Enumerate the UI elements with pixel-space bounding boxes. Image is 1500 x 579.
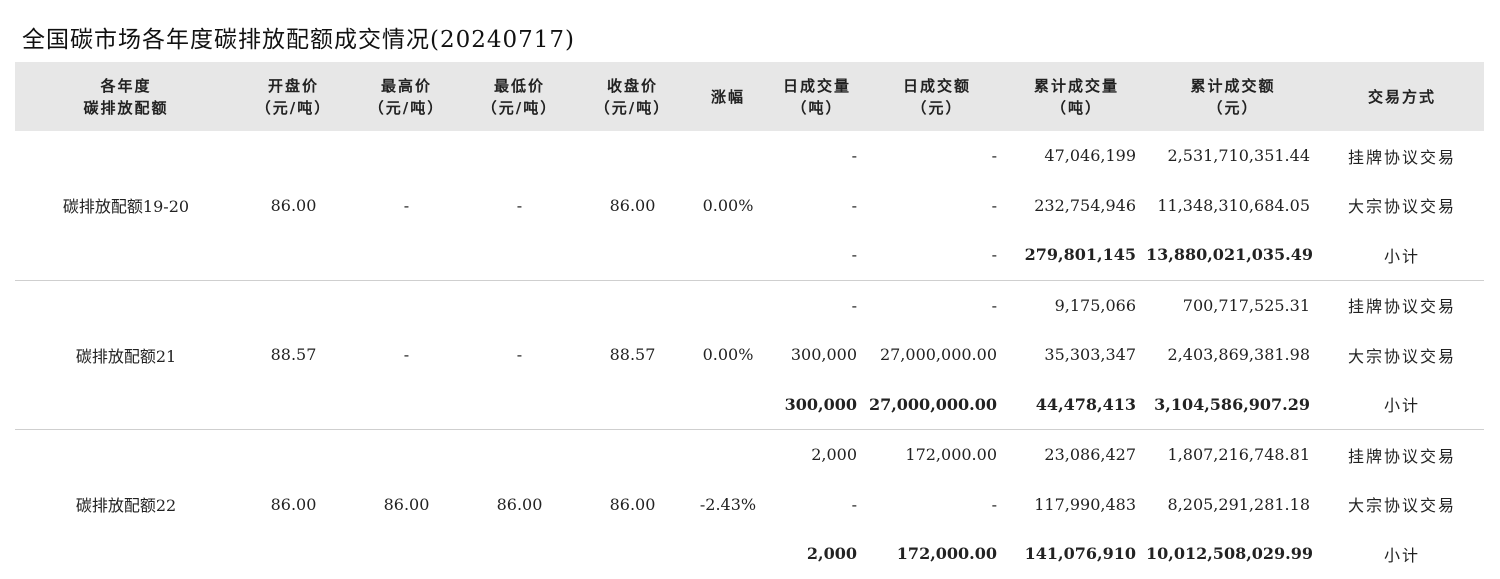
col-header-close: 收盘价 （元/吨） [576, 62, 689, 131]
col-header-day-amount: 日成交额 （元） [867, 62, 1007, 131]
cum-volume-cell: 141,076,910 [1024, 544, 1136, 564]
low-price-cell: - [463, 131, 576, 281]
quota-name-cell: 碳排放配额21 [15, 280, 237, 430]
col-header-cum-amount: 累计成交额 （元） [1146, 62, 1320, 131]
cum-amount-cell: 700,717,525.31 [1182, 295, 1310, 315]
trade-mode-cell: 小计 [1320, 230, 1484, 281]
col-header-change: 涨幅 [689, 62, 767, 131]
open-price-cell: 86.00 [270, 494, 317, 514]
day-amount-cell: - [991, 146, 997, 166]
close-price-cell: 86.00 [576, 131, 689, 281]
cum-volume-cell: 44,478,413 [1007, 379, 1146, 430]
col-header-open: 开盘价 （元/吨） [237, 62, 350, 131]
cum-amount-cell: 2,403,869,381.98 [1167, 345, 1311, 365]
cum-amount-cell: 3,104,586,907.29 [1146, 379, 1320, 430]
page-title: 全国碳市场各年度碳排放配额成交情况(20240717) [22, 27, 576, 53]
high-price-cell: - [350, 280, 463, 430]
trade-mode-cell: 大宗协议交易 [1347, 197, 1456, 217]
carbon-quota-table: 各年度 碳排放配额 开盘价 （元/吨） 最高价 （元/吨） 最低价 （元/吨） 收盘价（… [15, 62, 1484, 579]
cum-amount-cell: 2,531,710,351.44 [1167, 146, 1311, 166]
close-price-cell: 86.00 [609, 494, 656, 514]
cum-amount-cell: 11,348,310,684.05 [1157, 195, 1310, 215]
cum-volume-cell: 35,303,347 [1044, 345, 1136, 365]
close-price-cell: 88.57 [576, 280, 689, 430]
day-volume-cell: 2,000 [806, 544, 857, 564]
cum-amount-cell: 10,012,508,029.99 [1146, 544, 1314, 564]
trade-mode-cell: 小计 [1383, 545, 1420, 565]
day-amount-cell: - [991, 494, 997, 514]
col-header-cum-volume: 累计成交量 （吨） [1007, 62, 1146, 131]
col-header-trade-mode: 交易方式 [1320, 62, 1484, 131]
trade-mode-cell: 挂牌协议交易 [1347, 147, 1456, 167]
open-price-cell: 88.57 [237, 280, 350, 430]
trade-mode-cell: 小计 [1320, 379, 1484, 430]
col-header-high: 最高价 （元/吨） [350, 62, 463, 131]
day-volume-cell: 2,000 [811, 445, 857, 465]
table-row: 碳排放配额22 86.00 86.00 86.00 86.00 -2.43% 2… [15, 430, 1484, 515]
trade-mode-cell: 大宗协议交易 [1347, 346, 1456, 366]
day-amount-cell: 27,000,000.00 [867, 379, 1007, 430]
trade-mode-cell: 挂牌协议交易 [1347, 297, 1456, 317]
day-amount-cell: 172,000.00 [905, 445, 997, 465]
cum-amount-cell: 13,880,021,035.49 [1146, 230, 1320, 281]
day-amount-cell: 27,000,000.00 [879, 345, 997, 365]
header-row: 各年度 碳排放配额 开盘价 （元/吨） 最高价 （元/吨） 最低价 （元/吨） 收盘价（… [15, 62, 1484, 131]
table-row: 碳排放配额19-20 86.00 - - 86.00 0.00% - - 47,… [15, 131, 1484, 281]
quota-name-cell: 碳排放配额19-20 [15, 131, 237, 281]
day-volume-cell: - [851, 295, 857, 315]
cum-volume-cell: 9,175,066 [1054, 295, 1136, 315]
open-price-cell: 86.00 [237, 131, 350, 281]
col-header-day-volume: 日成交量 （吨） [767, 62, 867, 131]
day-volume-cell: - [851, 494, 857, 514]
day-amount-cell: - [991, 195, 997, 215]
cum-volume-cell: 23,086,427 [1044, 445, 1136, 465]
low-price-cell: 86.00 [496, 494, 543, 514]
cum-volume-cell: 232,754,946 [1034, 195, 1136, 215]
day-amount-cell: 172,000.00 [896, 544, 997, 564]
day-volume-cell: 300,000 [790, 345, 857, 365]
quota-name-cell: 碳排放配额22 [75, 496, 177, 516]
cum-volume-cell: 279,801,145 [1007, 230, 1146, 281]
col-header-quota-year: 各年度 碳排放配额 [15, 62, 237, 131]
change-cell: 0.00% [689, 280, 767, 430]
day-volume-cell: - [851, 146, 857, 166]
table-row: 碳排放配额21 88.57 - - 88.57 0.00% - - 9,175,… [15, 280, 1484, 430]
cum-volume-cell: 47,046,199 [1044, 146, 1136, 166]
change-cell: 0.00% [689, 131, 767, 281]
cum-amount-cell: 8,205,291,281.18 [1167, 494, 1311, 514]
day-volume-cell: - [767, 230, 867, 281]
cum-amount-cell: 1,807,216,748.81 [1167, 445, 1311, 465]
day-volume-cell: - [851, 195, 857, 215]
high-price-cell: - [350, 131, 463, 281]
high-price-cell: 86.00 [383, 494, 430, 514]
day-amount-cell: - [991, 295, 997, 315]
col-header-low: 最低价 （元/吨） [463, 62, 576, 131]
cum-volume-cell: 117,990,483 [1034, 494, 1136, 514]
change-cell: -2.43% [699, 494, 757, 514]
low-price-cell: - [463, 280, 576, 430]
day-volume-cell: 300,000 [767, 379, 867, 430]
day-amount-cell: - [867, 230, 1007, 281]
trade-mode-cell: 大宗协议交易 [1347, 496, 1456, 516]
trade-mode-cell: 挂牌协议交易 [1347, 446, 1456, 466]
